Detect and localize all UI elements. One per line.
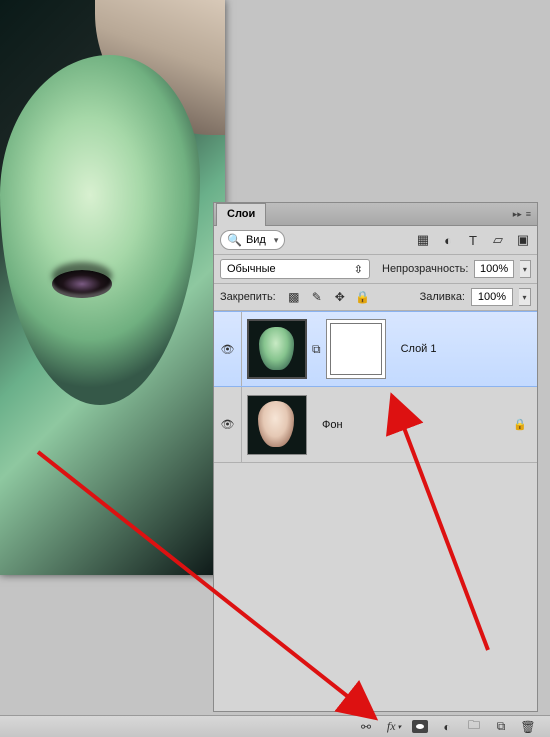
fill-stepper[interactable]: ▾ bbox=[519, 288, 531, 306]
eye-icon: 👁 bbox=[221, 343, 235, 356]
layer-row[interactable]: 👁 Фон 🔒 bbox=[214, 387, 537, 463]
layer-filter-icons: ▦ ◐ T ▱ ▣ bbox=[415, 232, 531, 248]
canvas-face-illustration bbox=[0, 55, 200, 405]
visibility-toggle[interactable]: 👁 bbox=[214, 387, 242, 462]
layers-filter-row: 🔍 Вид ▾ ▦ ◐ T ▱ ▣ bbox=[214, 226, 537, 255]
layers-panel: Слои ▸▸ ≡ 🔍 Вид ▾ ▦ ◐ T ▱ ▣ Обычные ⇳ Не… bbox=[213, 202, 538, 712]
opacity-input[interactable]: 100% bbox=[474, 260, 513, 278]
blend-mode-select[interactable]: Обычные ⇳ bbox=[220, 259, 370, 279]
opacity-stepper[interactable]: ▾ bbox=[520, 260, 531, 278]
thumbnail-preview bbox=[259, 327, 294, 371]
fill-label: Заливка: bbox=[420, 291, 465, 303]
filter-kind-label: Вид bbox=[246, 234, 266, 246]
chevron-down-icon: ▾ bbox=[274, 235, 279, 246]
thumbnail-preview bbox=[258, 401, 294, 446]
new-group-icon[interactable]: 🗀 bbox=[466, 719, 482, 735]
mask-link-icon[interactable]: ⧉ bbox=[312, 342, 321, 357]
tab-layers[interactable]: Слои bbox=[216, 203, 266, 226]
lock-label: Закрепить: bbox=[220, 291, 276, 303]
lock-row: Закрепить: ▩ ✎ ✥ 🔒 Заливка: 100% ▾ bbox=[214, 284, 537, 311]
lock-all-icon[interactable]: 🔒 bbox=[355, 290, 371, 304]
layers-bottom-bar: ⚯ fx▾ ◐ 🗀 ⧉ 🗑 bbox=[0, 715, 550, 737]
lock-paint-icon[interactable]: ✎ bbox=[309, 290, 325, 304]
eye-icon: 👁 bbox=[221, 418, 235, 431]
filter-text-icon[interactable]: T bbox=[465, 232, 481, 248]
fx-icon[interactable]: fx▾ bbox=[385, 719, 401, 735]
blend-mode-value: Обычные bbox=[227, 263, 276, 275]
panel-menu-icon[interactable]: ≡ bbox=[526, 209, 531, 219]
layers-list[interactable]: 👁 ⧉ Слой 1 👁 Фон 🔒 bbox=[214, 311, 537, 711]
layer-row[interactable]: 👁 ⧉ Слой 1 bbox=[214, 311, 537, 387]
filter-shape-icon[interactable]: ▱ bbox=[490, 232, 506, 248]
opacity-label: Непрозрачность: bbox=[382, 263, 468, 275]
chevron-updown-icon: ⇳ bbox=[354, 263, 363, 276]
document-canvas[interactable] bbox=[0, 0, 225, 575]
layer-name-label[interactable]: Фон bbox=[322, 419, 343, 431]
visibility-toggle[interactable]: 👁 bbox=[214, 312, 242, 386]
layer-name-label[interactable]: Слой 1 bbox=[401, 343, 437, 355]
delete-layer-icon[interactable]: 🗑 bbox=[520, 719, 536, 735]
filter-pixel-icon[interactable]: ▦ bbox=[415, 232, 431, 248]
fill-input[interactable]: 100% bbox=[471, 288, 513, 306]
new-adjustment-icon[interactable]: ◐ bbox=[439, 719, 455, 735]
canvas-eye-illustration bbox=[52, 270, 112, 298]
lock-transparent-icon[interactable]: ▩ bbox=[286, 290, 302, 304]
lock-move-icon[interactable]: ✥ bbox=[332, 290, 348, 304]
new-layer-icon[interactable]: ⧉ bbox=[493, 719, 509, 735]
panel-tabbar: Слои ▸▸ ≡ bbox=[214, 203, 537, 226]
layer-filter-kind-select[interactable]: 🔍 Вид ▾ bbox=[220, 230, 285, 250]
filter-smart-icon[interactable]: ▣ bbox=[515, 232, 531, 248]
add-mask-icon[interactable] bbox=[412, 720, 428, 733]
lock-icon: 🔒 bbox=[513, 418, 527, 431]
collapse-icon[interactable]: ▸▸ bbox=[513, 209, 522, 220]
layer-thumbnail[interactable] bbox=[247, 319, 307, 379]
layer-thumbnail[interactable] bbox=[247, 395, 307, 455]
search-icon: 🔍 bbox=[227, 233, 242, 247]
filter-adjustment-icon[interactable]: ◐ bbox=[440, 232, 456, 248]
layer-mask-thumbnail[interactable] bbox=[326, 319, 386, 379]
link-layers-icon[interactable]: ⚯ bbox=[358, 719, 374, 735]
blendmode-row: Обычные ⇳ Непрозрачность: 100% ▾ bbox=[214, 255, 537, 284]
